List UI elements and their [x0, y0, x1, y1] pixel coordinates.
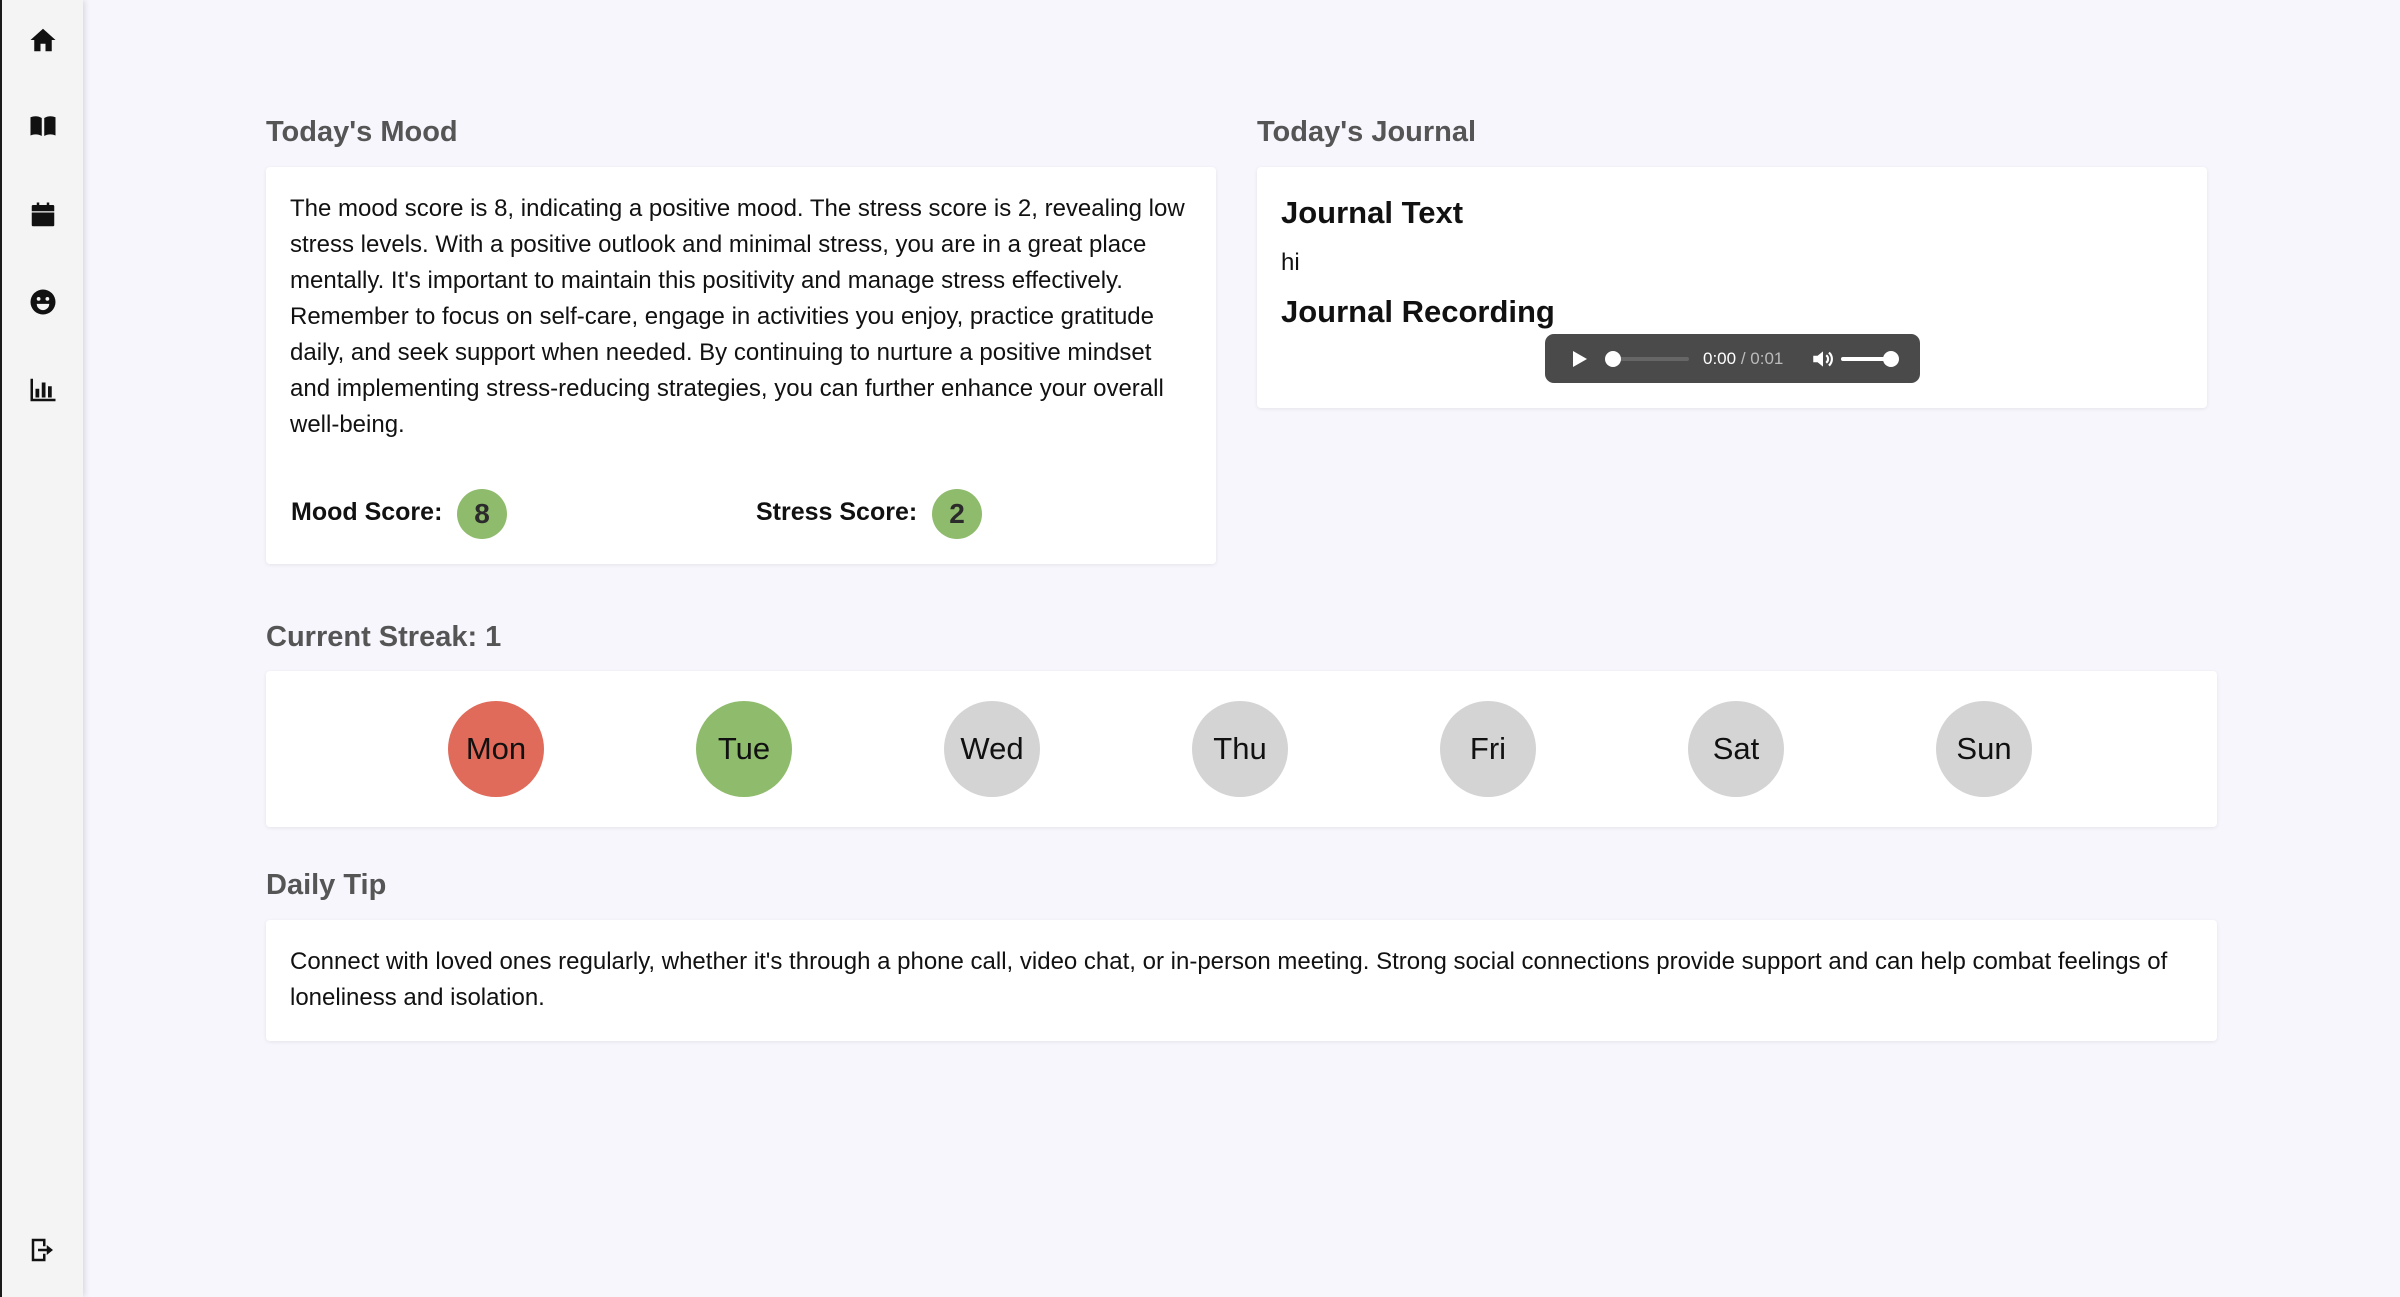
streak-day-sun: Sun	[1936, 701, 2032, 797]
stress-score-label: Stress Score:	[756, 498, 918, 526]
audio-duration: 0:01	[1750, 349, 1784, 368]
journal-card: Journal Text hi Journal Recording 0:00 /…	[1257, 167, 2207, 408]
audio-player[interactable]: 0:00 / 0:01	[1545, 334, 1920, 383]
journal-text-heading: Journal Text	[1281, 195, 1464, 230]
streak-day-wed: Wed	[944, 701, 1040, 797]
stress-score-badge: 2	[932, 489, 982, 539]
mood-section-title: Today's Mood	[266, 116, 458, 148]
tip-card: Connect with loved ones regularly, wheth…	[266, 920, 2217, 1041]
journal-text: hi	[1281, 249, 1300, 276]
journal-section-title: Today's Journal	[1257, 116, 1477, 148]
audio-time-separator: /	[1740, 349, 1746, 368]
audio-progress-thumb[interactable]	[1605, 351, 1621, 367]
mood-card: The mood score is 8, indicating a positi…	[266, 167, 1216, 564]
sidebar	[0, 0, 83, 1297]
mood-score-label: Mood Score:	[291, 498, 443, 526]
smiley-icon	[30, 289, 55, 315]
nav-mood[interactable]	[2, 272, 83, 332]
journal-recording-heading: Journal Recording	[1281, 294, 1555, 329]
streak-day-thu: Thu	[1192, 701, 1288, 797]
home-icon	[30, 28, 55, 52]
nav-home[interactable]	[2, 10, 83, 70]
mood-score-badge: 8	[457, 489, 507, 539]
logout-button[interactable]	[2, 1220, 83, 1280]
streak-day-sat: Sat	[1688, 701, 1784, 797]
streak-day-mon: Mon	[448, 701, 544, 797]
streak-day-tue: Tue	[696, 701, 792, 797]
streak-card: Mon Tue Wed Thu Fri Sat Sun	[266, 671, 2217, 827]
audio-time: 0:00 / 0:01	[1703, 347, 1783, 371]
calendar-icon	[31, 202, 54, 227]
mood-description: The mood score is 8, indicating a positi…	[290, 195, 1185, 438]
audio-current-time: 0:00	[1703, 349, 1737, 368]
volume-slider-thumb[interactable]	[1883, 351, 1899, 367]
volume-icon[interactable]	[1810, 346, 1836, 372]
streak-section-title: Current Streak: 1	[266, 621, 502, 653]
logout-icon	[31, 1238, 53, 1262]
bar-chart-icon	[30, 378, 55, 402]
book-icon	[30, 116, 55, 136]
nav-stats[interactable]	[2, 360, 83, 420]
streak-day-fri: Fri	[1440, 701, 1536, 797]
play-icon[interactable]	[1567, 347, 1591, 371]
nav-journal[interactable]	[2, 96, 83, 156]
tip-text: Connect with loved ones regularly, wheth…	[290, 948, 2168, 1011]
nav-calendar[interactable]	[2, 185, 83, 245]
tip-section-title: Daily Tip	[266, 869, 387, 901]
